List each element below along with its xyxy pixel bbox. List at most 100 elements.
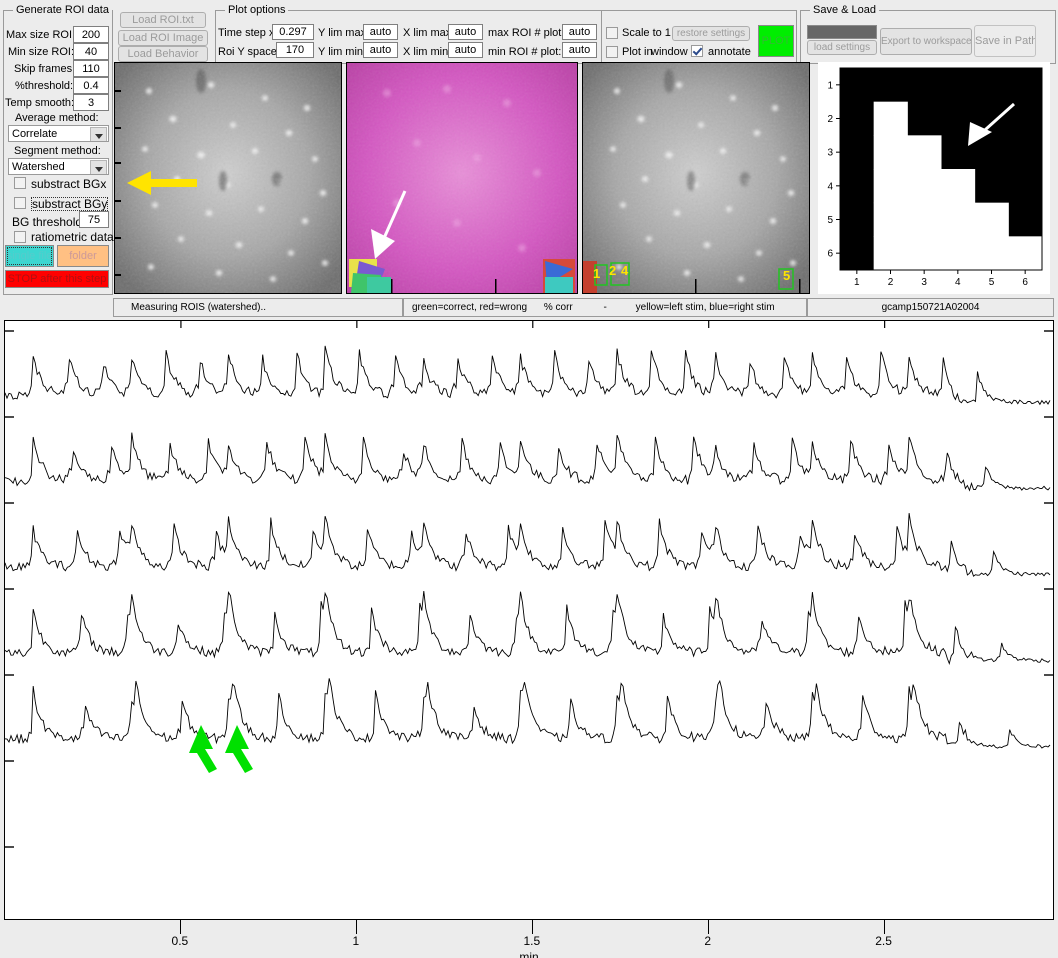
x-lim-min-input[interactable] xyxy=(448,42,483,58)
bg-threshold-input[interactable] xyxy=(79,211,109,228)
max-size-roi-label: Max size ROI: xyxy=(6,29,76,41)
roi-correlation-map[interactable]: 123456123456 xyxy=(818,62,1050,294)
export-to-workspace-button[interactable]: Export to workspace xyxy=(880,28,972,55)
folder-button[interactable]: folder xyxy=(57,245,109,267)
x-tick-label: 0.5 xyxy=(171,934,189,948)
y-lim-min-input[interactable] xyxy=(363,42,398,58)
green-arrow-annotations xyxy=(189,725,253,773)
max-roi-plot-input[interactable] xyxy=(562,24,597,40)
roi-label-2: 2 xyxy=(609,263,617,278)
roi-y-space-label: Roi Y space: xyxy=(218,46,280,58)
scale-to-1-checkbox[interactable] xyxy=(606,27,618,39)
skip-frames-input[interactable] xyxy=(73,60,109,77)
segment-method-select[interactable]: Watershed xyxy=(8,158,109,175)
scale-to-1-label: Scale to 1 xyxy=(622,27,671,39)
x-tick-label: 1.5 xyxy=(523,934,541,948)
raw-fluorescence-frame[interactable] xyxy=(114,62,342,294)
bg-threshold-label: BG threshold: xyxy=(12,215,86,229)
x-lim-max-label: X lim max: xyxy=(403,27,455,39)
average-method-label: Average method: xyxy=(15,112,99,124)
load-behavior-button[interactable]: Load Behavior xyxy=(118,46,208,62)
load-roi-image-button[interactable]: Load ROI Image xyxy=(118,30,208,46)
chevron-down-icon[interactable] xyxy=(90,127,107,141)
min-size-roi-input[interactable] xyxy=(73,43,109,60)
threshold-input[interactable] xyxy=(73,77,109,94)
plot-in-label: Plot in xyxy=(622,46,653,58)
x-lim-max-input[interactable] xyxy=(448,24,483,40)
restore-settings-button[interactable]: restore settings xyxy=(672,26,750,41)
roi-y-space-input[interactable] xyxy=(276,42,314,58)
x-tick xyxy=(179,920,182,934)
skip-frames-label: Skip frames: xyxy=(14,63,76,75)
temp-smooth-input[interactable] xyxy=(73,94,109,111)
status-measuring: Measuring ROIS (watershed).. xyxy=(131,302,267,313)
substract-bgy-checkbox[interactable] xyxy=(14,197,26,209)
x-tick xyxy=(355,920,358,934)
max-roi-plot-label: max ROI # plot: xyxy=(488,27,565,39)
x-lim-min-label: X lim min: xyxy=(403,46,452,58)
y-lim-max-label: Y lim max: xyxy=(318,27,370,39)
white-arrow xyxy=(968,102,1016,146)
status-legend-colors: green=correct, red=wrong xyxy=(412,302,528,313)
status-filename: gcamp150721A02004 xyxy=(881,302,980,313)
magenta-overlay-frame[interactable] xyxy=(346,62,578,294)
y-lim-min-label: Y lim min: xyxy=(318,46,367,58)
roi-label-1: 1 xyxy=(593,266,601,281)
substract-bgx-checkbox[interactable] xyxy=(14,177,26,189)
x-tick-label: 2.5 xyxy=(875,934,892,948)
yellow-arrow xyxy=(127,171,197,195)
x-tick-label: 1 xyxy=(352,934,360,948)
max-size-roi-input[interactable] xyxy=(73,26,109,43)
time-step-x-label: Time step x: xyxy=(218,27,278,39)
plot-options-title: Plot options xyxy=(225,4,289,16)
average-method-select[interactable]: Correlate xyxy=(8,125,109,142)
window-label: window xyxy=(651,46,688,58)
green-arrow xyxy=(225,725,253,773)
min-size-roi-label: Min size ROI: xyxy=(8,46,75,58)
status-stim-legend: yellow=left stim, blue=right stim xyxy=(635,302,775,313)
x-tick-label: 2 xyxy=(704,934,712,948)
temp-smooth-label: Temp smooth: xyxy=(5,97,75,109)
roi-calcium-traces[interactable] xyxy=(4,320,1054,920)
chevron-down-icon[interactable] xyxy=(90,160,107,174)
load-settings-button[interactable]: load settings xyxy=(807,40,877,55)
annotate-checkbox[interactable] xyxy=(691,45,703,57)
x-tick xyxy=(707,920,710,934)
segment-method-value: Watershed xyxy=(12,161,65,173)
roi-analysis-window: Generate ROI data Max size ROI: Min size… xyxy=(0,0,1058,958)
save-load-title: Save & Load xyxy=(810,4,879,16)
segment-method-label: Segment method: xyxy=(14,145,101,157)
load-roi-txt-button[interactable]: Load ROI.txt xyxy=(120,12,206,28)
time-step-x-input[interactable] xyxy=(272,24,314,40)
white-arrow xyxy=(371,190,407,259)
plot-in-window-checkbox[interactable] xyxy=(606,46,618,58)
substract-bgx-label: substract BGx xyxy=(31,177,107,191)
save-in-path-button[interactable]: Save in Path xyxy=(974,25,1036,57)
segmented-roi-frame[interactable]: 1 2 4 5 xyxy=(582,62,810,294)
stop-after-step-button[interactable]: STOP after this step xyxy=(5,270,109,288)
roi-label-4: 4 xyxy=(621,263,629,278)
ratiometric-label: ratiometric data xyxy=(31,230,114,244)
status-bar: Measuring ROIS (watershed).. xyxy=(113,298,403,317)
generate-roi-title: Generate ROI data xyxy=(13,4,112,16)
x-axis-title: min xyxy=(519,950,539,958)
threshold-label: %threshold: xyxy=(15,80,74,92)
x-tick xyxy=(531,920,534,934)
min-roi-plot-input[interactable] xyxy=(562,42,597,58)
segmented-frame-image xyxy=(583,63,809,293)
status-pct-corr-label: % corr xyxy=(543,302,573,313)
green-arrow xyxy=(189,725,217,773)
single-file-button[interactable]: single file xyxy=(5,245,54,267)
annotate-label: annotate xyxy=(708,46,751,58)
status-bar-legend: green=correct, red=wrong % corr - yellow… xyxy=(403,298,807,317)
left-frame-ticks xyxy=(114,62,122,294)
status-bar-filename: gcamp150721A02004 xyxy=(807,298,1054,317)
plot-button[interactable]: PLOT xyxy=(758,25,794,57)
settings-dropdown[interactable] xyxy=(807,25,877,39)
y-lim-max-input[interactable] xyxy=(363,24,398,40)
status-pct-corr-value: - xyxy=(603,302,607,313)
min-roi-plot-label: min ROI # plot: xyxy=(488,46,562,58)
average-method-value: Correlate xyxy=(12,128,58,140)
ratiometric-checkbox[interactable] xyxy=(14,231,26,243)
roi-label-5: 5 xyxy=(783,268,791,283)
